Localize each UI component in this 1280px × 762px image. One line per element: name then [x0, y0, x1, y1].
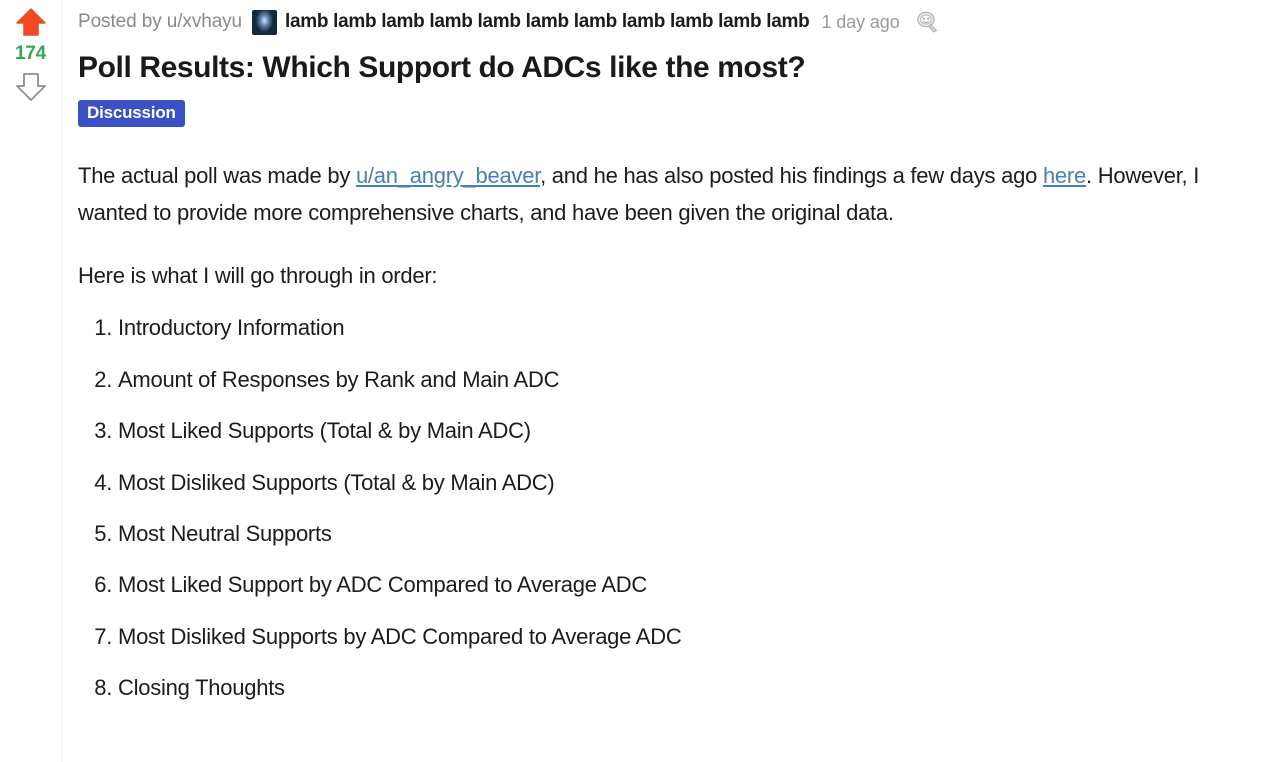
list-item: Most Liked Support by ADC Compared to Av…: [118, 572, 1262, 598]
body-paragraph-1: The actual poll was made by u/an_angry_b…: [78, 157, 1262, 233]
reddit-post: 174 Posted by u/xvhayu lamb lamb lamb la…: [0, 0, 1280, 762]
body-paragraph-2: Here is what I will go through in order:: [78, 258, 1262, 293]
body-text-b: , and he has also posted his findings a …: [540, 163, 1043, 188]
post-content: Posted by u/xvhayu lamb lamb lamb lamb l…: [62, 0, 1280, 762]
upvote-icon[interactable]: [12, 4, 50, 42]
link-here[interactable]: here: [1043, 163, 1086, 188]
page-title[interactable]: Poll Results: Which Support do ADCs like…: [78, 50, 1262, 86]
list-item: Most Neutral Supports: [118, 521, 1262, 547]
vote-column: 174: [0, 0, 62, 762]
downvote-icon[interactable]: [12, 67, 50, 105]
post-meta: Posted by u/xvhayu lamb lamb lamb lamb l…: [78, 0, 1262, 44]
list-item: Closing Thoughts: [118, 675, 1262, 701]
user-flair-label: lamb lamb lamb lamb lamb lamb lamb lamb …: [285, 11, 809, 33]
flair-row: Discussion: [78, 100, 1262, 127]
list-item: Most Disliked Supports by ADC Compared t…: [118, 624, 1262, 650]
posted-by-label[interactable]: Posted by u/xvhayu: [78, 11, 242, 33]
link-an-angry-beaver[interactable]: u/an_angry_beaver: [356, 163, 540, 188]
body-text-a: The actual poll was made by: [78, 163, 356, 188]
table-of-contents-list: Introductory Information Amount of Respo…: [78, 315, 1262, 701]
vote-count: 174: [15, 44, 46, 63]
list-item: Amount of Responses by Rank and Main ADC: [118, 367, 1262, 393]
list-item: Most Liked Supports (Total & by Main ADC…: [118, 418, 1262, 444]
list-item: Most Disliked Supports (Total & by Main …: [118, 470, 1262, 496]
award-medal-icon[interactable]: [914, 9, 940, 35]
post-flair-badge[interactable]: Discussion: [78, 100, 185, 127]
post-timestamp: 1 day ago: [821, 12, 899, 33]
list-item: Introductory Information: [118, 315, 1262, 341]
user-avatar-icon: [252, 10, 277, 35]
